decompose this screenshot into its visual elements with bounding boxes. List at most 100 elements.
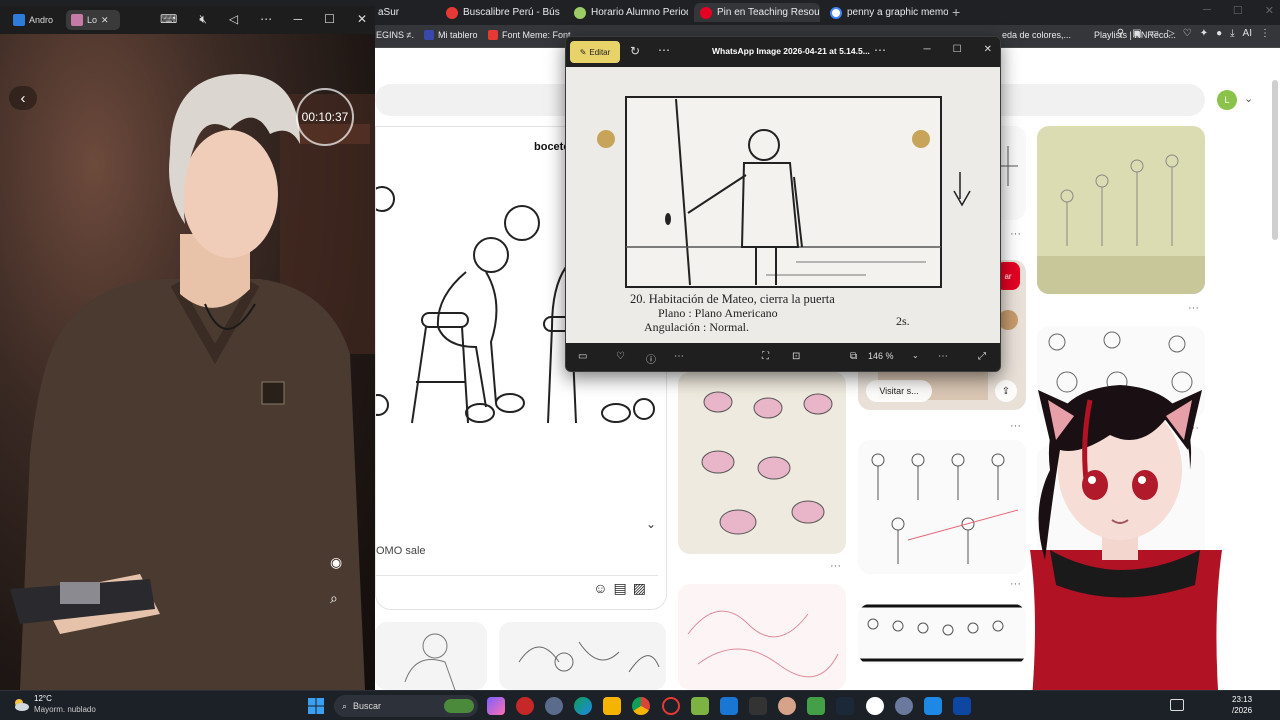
maximize-icon[interactable]: ☐ xyxy=(324,12,335,26)
pin-thumbnail-kneeling-girls[interactable] xyxy=(678,372,846,554)
more-icon[interactable]: ⋯ xyxy=(938,351,948,362)
minimize-icon[interactable]: ─ xyxy=(924,44,931,55)
visit-site-button[interactable]: Visitar s... xyxy=(866,380,932,402)
edit-button[interactable]: ✎ Editar xyxy=(570,41,620,63)
new-tab-button[interactable]: + xyxy=(952,4,960,20)
clock-time[interactable]: 23:13 xyxy=(1232,695,1252,704)
photos-icon[interactable] xyxy=(924,697,942,715)
board-chevron-down-icon[interactable]: ⌄ xyxy=(646,517,656,531)
tab-android[interactable]: Andro xyxy=(8,10,62,30)
app-green-icon[interactable] xyxy=(691,697,709,715)
pin-thumbnail-gesture[interactable] xyxy=(678,584,846,690)
favorite-icon[interactable]: ♡ xyxy=(1183,28,1192,39)
maximize-icon[interactable]: ☐ xyxy=(1233,4,1243,17)
steam-icon[interactable] xyxy=(836,697,854,715)
more-icon[interactable]: ··· xyxy=(1188,302,1199,314)
cast-icon[interactable]: ▭ xyxy=(1150,28,1159,39)
tablet-icon[interactable]: ▣ xyxy=(1132,28,1141,39)
more-icon[interactable]: ··· xyxy=(830,560,841,572)
cloud-icon[interactable] xyxy=(12,697,30,711)
image-icon[interactable]: ▨ xyxy=(633,580,646,597)
tray-display-icon[interactable] xyxy=(1170,699,1184,711)
clock-date[interactable]: /2026 xyxy=(1232,706,1252,715)
pin-thumbnail-poses-notebook[interactable] xyxy=(1037,126,1205,294)
menu-icon[interactable]: ⋮ xyxy=(1260,28,1270,39)
browser-tab-pinterest[interactable]: Pin en Teaching Resource xyxy=(694,3,820,22)
chrome-icon[interactable] xyxy=(632,697,650,715)
windows-start-icon[interactable] xyxy=(307,697,325,715)
browser-tab-horario[interactable]: Horario Alumno Periodo xyxy=(568,3,688,22)
back-button[interactable]: ‹ xyxy=(9,86,37,110)
more-icon[interactable]: ⋯ xyxy=(658,43,670,57)
browser-tab-penny[interactable]: penny a graphic memoir p xyxy=(824,3,948,22)
phone-screen-game[interactable]: ‹ 00:10:37 ◉ ⌕ xyxy=(0,34,375,690)
obs-icon[interactable] xyxy=(866,697,884,715)
browser-tab-1[interactable]: aSur xyxy=(372,3,438,22)
fullscreen-icon[interactable]: ⤢ xyxy=(978,351,986,362)
close-icon[interactable]: ✕ xyxy=(1265,4,1274,17)
comment-input[interactable]: ☺ ▤ ▨ xyxy=(376,575,658,605)
pin-thumbnail[interactable] xyxy=(499,622,666,690)
extensions-icon[interactable]: ✦ xyxy=(1200,28,1208,39)
opera-icon[interactable] xyxy=(662,697,680,715)
app-settings-icon[interactable] xyxy=(895,697,913,715)
tab-love-and-deepspace[interactable]: Lo ✕ xyxy=(66,10,120,30)
app-gear-icon[interactable] xyxy=(545,697,563,715)
heart-icon[interactable]: ♡ xyxy=(616,351,625,362)
chevron-down-icon[interactable]: ⌄ xyxy=(1244,92,1253,105)
zoom-search-icon[interactable]: ⌕ xyxy=(330,590,338,607)
more-icon[interactable]: ⋯ xyxy=(874,43,886,57)
maximize-icon[interactable]: ☐ xyxy=(953,44,962,55)
keyboard-icon[interactable]: ⌨ xyxy=(160,12,177,27)
app-dark-icon[interactable] xyxy=(749,697,767,715)
info-icon[interactable]: ⓘ xyxy=(646,351,656,366)
app-blue-icon[interactable] xyxy=(720,697,738,715)
zoom-level[interactable]: 146 % xyxy=(868,351,894,361)
file-explorer-icon[interactable] xyxy=(603,697,621,715)
close-tab-icon[interactable]: ✕ xyxy=(101,15,109,26)
browser-tab-buscalibre[interactable]: Buscalibre Perú - Búsque xyxy=(440,3,560,22)
ocr-icon[interactable]: ⊡ xyxy=(792,351,800,362)
bookmark-1[interactable]: EGINS ≠. xyxy=(376,30,414,40)
minimize-icon[interactable]: ─ xyxy=(1203,4,1211,17)
rotate-icon[interactable]: ↻ xyxy=(630,44,640,58)
bookmark-mi-tablero[interactable]: Mi tablero xyxy=(424,30,478,40)
back-triangle-icon[interactable]: ◁ xyxy=(229,12,238,27)
camera-icon[interactable]: ◉ xyxy=(330,554,342,571)
chevron-down-icon[interactable]: ⌄ xyxy=(912,351,919,360)
play-icon[interactable]: ▷ xyxy=(1167,28,1175,39)
storyboard-photo[interactable]: 20. Habitación de Mateo, cierra la puert… xyxy=(566,67,1000,343)
mute-icon[interactable]: 🔇︎ xyxy=(199,12,207,27)
minimize-icon[interactable]: ─ xyxy=(294,12,303,26)
bookmark-font-meme[interactable]: Font Meme: Font xyxy=(488,30,571,40)
pin-icon[interactable]: ⚲ xyxy=(1117,28,1124,39)
page-scrollbar[interactable] xyxy=(1272,80,1278,240)
pin-thumbnail[interactable] xyxy=(375,622,487,690)
edge-icon[interactable] xyxy=(574,697,592,715)
app-avatar-icon[interactable] xyxy=(778,697,796,715)
filmstrip-icon[interactable]: ▭ xyxy=(578,351,587,362)
profile-icon[interactable]: ● xyxy=(1216,28,1222,39)
weather-temperature[interactable]: 12°C xyxy=(34,694,52,703)
weather-description[interactable]: Mayorm. nublado xyxy=(34,705,96,714)
download-icon[interactable]: ⤓ xyxy=(1230,28,1234,39)
bookmark-label: eda de colores,... xyxy=(1002,30,1072,40)
bookmark-label: EGINS ≠. xyxy=(376,30,414,40)
close-icon[interactable]: ✕ xyxy=(984,44,992,55)
emoji-icon[interactable]: ☺ xyxy=(593,580,607,597)
ai-extension[interactable]: AI xyxy=(1243,28,1252,39)
app-grid-icon[interactable] xyxy=(807,697,825,715)
crop-icon[interactable]: ⛶ xyxy=(762,351,769,362)
close-icon[interactable]: ✕ xyxy=(357,12,367,26)
fit-icon[interactable]: ⧉ xyxy=(850,351,857,362)
taskbar-search-input[interactable]: ⌕ Buscar xyxy=(334,695,478,717)
avatar[interactable]: L xyxy=(1217,90,1237,110)
sticker-icon[interactable]: ▤ xyxy=(614,580,627,597)
copilot-icon[interactable] xyxy=(487,697,505,715)
app-blue2-icon[interactable] xyxy=(953,697,971,715)
more-icon[interactable]: ⋯ xyxy=(260,12,272,27)
bookmark-colores[interactable]: eda de colores,... xyxy=(1002,30,1071,40)
app-red-icon[interactable] xyxy=(516,697,534,715)
more-icon[interactable]: ⋯ xyxy=(674,351,684,362)
more-icon[interactable]: ··· xyxy=(1010,228,1021,240)
